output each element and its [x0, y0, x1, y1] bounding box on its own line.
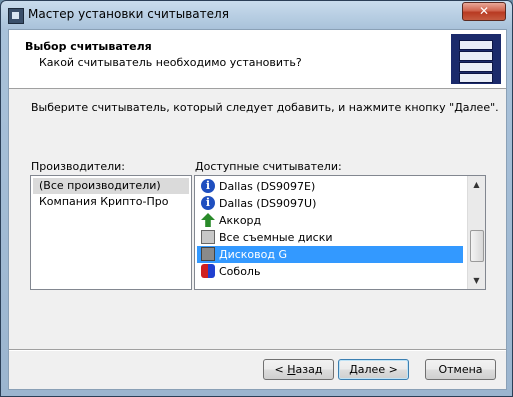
- list-item[interactable]: (Все производители): [33, 178, 189, 194]
- sobol-card-icon: [201, 264, 215, 278]
- list-item-label: Dallas (DS9097U): [219, 197, 317, 210]
- list-item[interactable]: i Dallas (DS9097E): [197, 178, 463, 195]
- wizard-client-area: Выбор считывателя Какой считыватель необ…: [8, 29, 507, 390]
- green-arrow-icon: [201, 213, 215, 227]
- next-button[interactable]: Далее >: [338, 359, 409, 380]
- app-icon: [8, 8, 24, 24]
- list-item[interactable]: Соболь: [197, 263, 463, 280]
- page-title: Выбор считывателя: [25, 40, 152, 53]
- instruction-text: Выберите считыватель, который следует до…: [31, 101, 499, 114]
- wizard-header: Выбор считывателя Какой считыватель необ…: [9, 30, 506, 89]
- removable-disk-icon: [201, 230, 215, 244]
- readers-label: Доступные считыватели:: [195, 160, 342, 173]
- list-item-label: Dallas (DS9097E): [219, 180, 316, 193]
- list-item[interactable]: Аккорд: [197, 212, 463, 229]
- window-title: Мастер установки считывателя: [28, 7, 229, 21]
- scroll-up-icon[interactable]: ▲: [468, 176, 485, 193]
- page-subtitle: Какой считыватель необходимо установить?: [39, 56, 302, 69]
- readers-list[interactable]: i Dallas (DS9097E) i Dallas (DS9097U) Ак…: [194, 175, 486, 290]
- list-item-label: Дисковод G: [219, 248, 288, 261]
- info-icon: i: [201, 196, 215, 210]
- manufacturers-list[interactable]: (Все производители) Компания Крипто-Про: [30, 175, 192, 290]
- wizard-window: Мастер установки считывателя ✕ Выбор счи…: [0, 0, 513, 397]
- close-button[interactable]: ✕: [462, 2, 506, 21]
- cancel-button[interactable]: Отмена: [425, 359, 496, 380]
- list-item[interactable]: Все съемные диски: [197, 229, 463, 246]
- list-item[interactable]: Компания Крипто-Про: [33, 194, 189, 210]
- list-item-label: Соболь: [219, 265, 261, 278]
- back-button[interactable]: < Назад: [263, 359, 334, 380]
- list-item-selected[interactable]: Дисковод G: [197, 246, 463, 263]
- scroll-thumb[interactable]: [470, 230, 484, 262]
- info-icon: i: [201, 179, 215, 193]
- scroll-down-icon[interactable]: ▼: [468, 272, 485, 289]
- list-item-label: Все съемные диски: [219, 231, 333, 244]
- card-reader-stack-icon: [451, 34, 501, 84]
- floppy-drive-icon: [201, 247, 215, 261]
- vertical-scrollbar[interactable]: ▲ ▼: [467, 176, 485, 289]
- manufacturers-label: Производители:: [31, 160, 126, 173]
- list-item[interactable]: i Dallas (DS9097U): [197, 195, 463, 212]
- list-item-label: Аккорд: [219, 214, 262, 227]
- title-bar[interactable]: Мастер установки считывателя ✕: [1, 1, 512, 29]
- divider: [9, 349, 506, 351]
